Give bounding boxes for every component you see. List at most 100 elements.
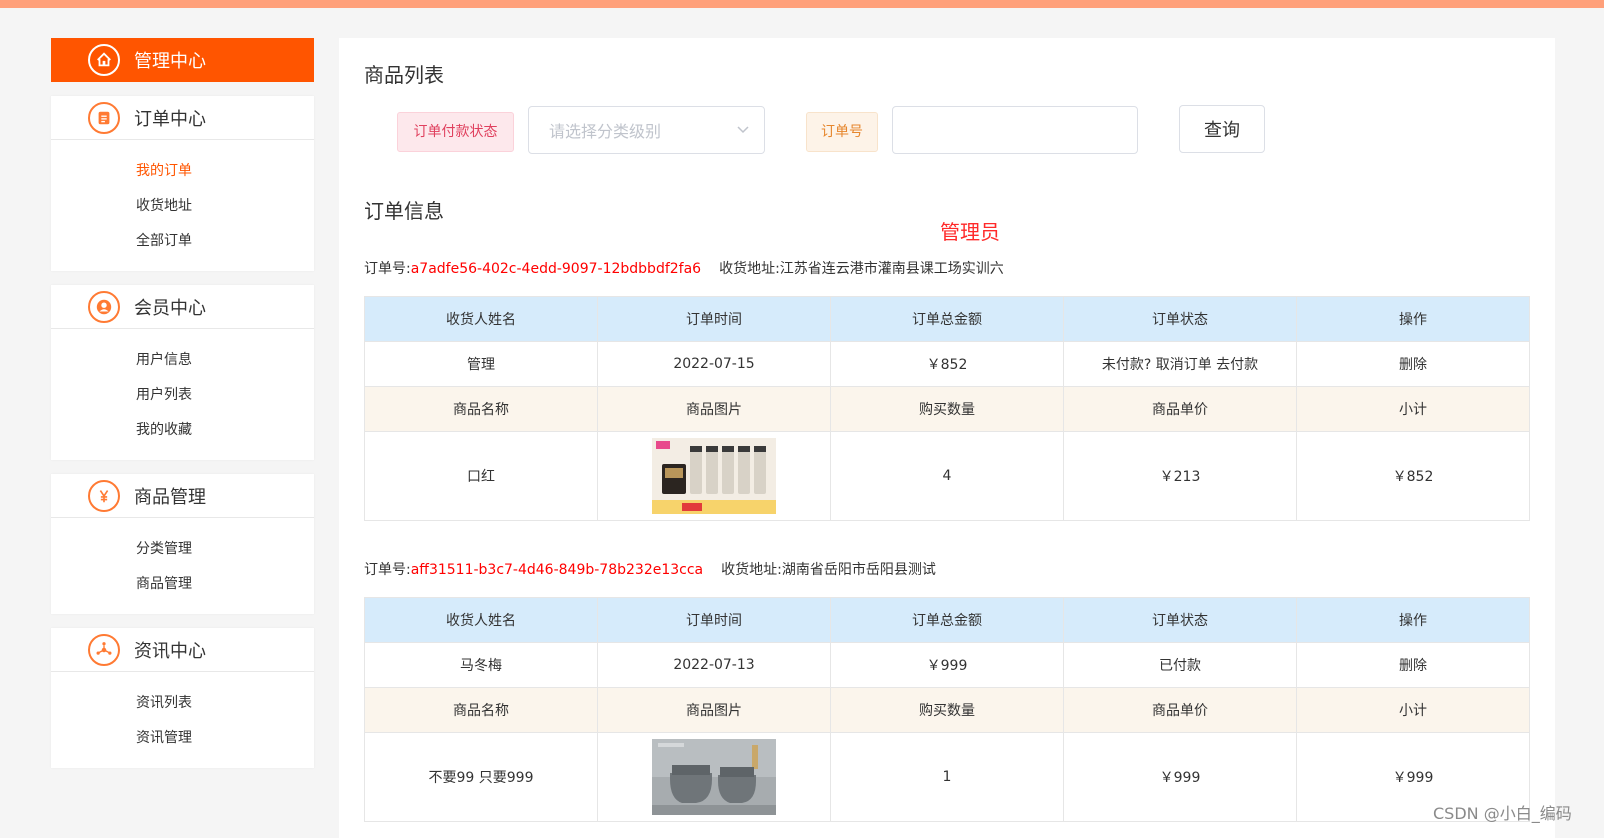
order-number-label: 订单号 bbox=[806, 112, 878, 152]
receiver-cell: 马冬梅 bbox=[364, 642, 598, 688]
col-qty-header: 购买数量 bbox=[830, 386, 1064, 432]
col-total-header: 订单总金额 bbox=[830, 296, 1064, 342]
table-header-row: 收货人姓名 订单时间 订单总金额 订单状态 操作 bbox=[364, 597, 1530, 643]
cosmetics-product-image bbox=[652, 438, 776, 514]
order-header-line: 订单号:aff31511-b3c7-4d46-849b-78b232e13cca… bbox=[364, 559, 936, 579]
select-placeholder: 请选择分类级别 bbox=[549, 122, 662, 141]
col-receiver-header: 收货人姓名 bbox=[364, 597, 598, 643]
table-row: 管理 2022-07-15 ￥852 未付款? 取消订单 去付款 删除 bbox=[364, 341, 1530, 387]
toilet-product-image bbox=[652, 739, 776, 815]
payment-status-select[interactable]: 请选择分类级别 bbox=[528, 106, 765, 154]
col-status-header: 订单状态 bbox=[1063, 296, 1297, 342]
sidebar-item-my-orders[interactable]: 我的订单 bbox=[51, 154, 314, 189]
col-time-header: 订单时间 bbox=[597, 296, 831, 342]
delete-link[interactable]: 删除 bbox=[1296, 642, 1530, 688]
sidebar-group-title: 会员中心 bbox=[134, 297, 206, 319]
order-number-value: a7adfe56-402c-4edd-9097-12bdbbdf2fa6 bbox=[410, 261, 702, 277]
time-cell: 2022-07-13 bbox=[597, 642, 831, 688]
home-icon bbox=[88, 44, 120, 76]
sidebar-item-user-info[interactable]: 用户信息 bbox=[51, 343, 314, 378]
sidebar-group-title: 商品管理 bbox=[134, 486, 206, 508]
col-name-header: 商品名称 bbox=[364, 687, 598, 733]
table-row: 口红 4 ￥213 ￥852 bbox=[364, 431, 1530, 521]
order-table: 收货人姓名 订单时间 订单总金额 订单状态 操作 马冬梅 2022-07-13 … bbox=[364, 597, 1530, 822]
subtotal-cell: ￥852 bbox=[1296, 431, 1530, 521]
share-icon bbox=[88, 633, 120, 666]
role-label: 管理员 bbox=[940, 220, 1000, 244]
product-name-cell: 口红 bbox=[364, 431, 598, 521]
top-accent-bar bbox=[0, 0, 1604, 8]
table-row: 马冬梅 2022-07-13 ￥999 已付款 删除 bbox=[364, 642, 1530, 688]
col-time-header: 订单时间 bbox=[597, 597, 831, 643]
col-price-header: 商品单价 bbox=[1063, 687, 1297, 733]
order-info-title: 订单信息 bbox=[364, 199, 444, 223]
order-table: 收货人姓名 订单时间 订单总金额 订单状态 操作 管理 2022-07-15 ￥… bbox=[364, 296, 1530, 521]
price-cell: ￥213 bbox=[1063, 431, 1297, 521]
quantity-cell: 4 bbox=[830, 431, 1064, 521]
clipboard-icon bbox=[88, 101, 120, 134]
time-cell: 2022-07-15 bbox=[597, 341, 831, 387]
sidebar: 管理中心 订单中心 我的订单 收货地址 全部订单 会员中心 用户信息 用户列表 … bbox=[51, 38, 314, 768]
sidebar-group-products: 商品管理 分类管理 商品管理 bbox=[51, 474, 314, 614]
page-title: 商品列表 bbox=[364, 63, 444, 87]
chevron-down-icon bbox=[736, 121, 750, 140]
sidebar-group-members: 会员中心 用户信息 用户列表 我的收藏 bbox=[51, 285, 314, 460]
order-number-caption: 订单号: bbox=[364, 261, 411, 277]
price-cell: ￥999 bbox=[1063, 732, 1297, 822]
main-panel: 商品列表 订单付款状态 请选择分类级别 订单号 查询 订单信息 管理员 订单号:… bbox=[339, 38, 1555, 838]
col-subtotal-header: 小计 bbox=[1296, 687, 1530, 733]
sidebar-item-news-manage[interactable]: 资讯管理 bbox=[51, 721, 314, 756]
payment-status-label: 订单付款状态 bbox=[397, 112, 514, 152]
sidebar-item-address[interactable]: 收货地址 bbox=[51, 189, 314, 224]
watermark: CSDN @小白_编码 bbox=[1433, 804, 1572, 823]
item-header-row: 商品名称 商品图片 购买数量 商品单价 小计 bbox=[364, 687, 1530, 733]
status-cell[interactable]: 未付款? 取消订单 去付款 bbox=[1063, 341, 1297, 387]
col-image-header: 商品图片 bbox=[597, 386, 831, 432]
sidebar-group-news: 资讯中心 资讯列表 资讯管理 bbox=[51, 628, 314, 768]
col-name-header: 商品名称 bbox=[364, 386, 598, 432]
sidebar-item-all-orders[interactable]: 全部订单 bbox=[51, 224, 314, 259]
sidebar-group-header[interactable]: 商品管理 bbox=[51, 474, 314, 518]
order-number-input[interactable] bbox=[892, 106, 1138, 154]
user-icon bbox=[88, 290, 120, 323]
address-caption: 收货地址: bbox=[721, 562, 782, 578]
sidebar-home-label: 管理中心 bbox=[134, 51, 206, 72]
col-receiver-header: 收货人姓名 bbox=[364, 296, 598, 342]
col-image-header: 商品图片 bbox=[597, 687, 831, 733]
col-action-header: 操作 bbox=[1296, 296, 1530, 342]
col-action-header: 操作 bbox=[1296, 597, 1530, 643]
sidebar-item-news-list[interactable]: 资讯列表 bbox=[51, 686, 314, 721]
table-header-row: 收货人姓名 订单时间 订单总金额 订单状态 操作 bbox=[364, 296, 1530, 342]
query-button[interactable]: 查询 bbox=[1179, 105, 1265, 153]
status-cell: 已付款 bbox=[1063, 642, 1297, 688]
item-header-row: 商品名称 商品图片 购买数量 商品单价 小计 bbox=[364, 386, 1530, 432]
sidebar-item-favorites[interactable]: 我的收藏 bbox=[51, 413, 314, 448]
col-total-header: 订单总金额 bbox=[830, 597, 1064, 643]
address-caption: 收货地址: bbox=[719, 261, 780, 277]
col-price-header: 商品单价 bbox=[1063, 386, 1297, 432]
total-cell: ￥852 bbox=[830, 341, 1064, 387]
total-cell: ￥999 bbox=[830, 642, 1064, 688]
sidebar-item-category[interactable]: 分类管理 bbox=[51, 532, 314, 567]
sidebar-group-header[interactable]: 资讯中心 bbox=[51, 628, 314, 672]
sidebar-group-header[interactable]: 会员中心 bbox=[51, 285, 314, 329]
col-subtotal-header: 小计 bbox=[1296, 386, 1530, 432]
address-value: 湖南省岳阳市岳阳县测试 bbox=[781, 562, 936, 578]
receiver-cell: 管理 bbox=[364, 341, 598, 387]
product-name-cell: 不要99 只要999 bbox=[364, 732, 598, 822]
sidebar-home[interactable]: 管理中心 bbox=[51, 38, 314, 82]
delete-link[interactable]: 删除 bbox=[1296, 341, 1530, 387]
col-qty-header: 购买数量 bbox=[830, 687, 1064, 733]
order-header-line: 订单号:a7adfe56-402c-4edd-9097-12bdbbdf2fa6… bbox=[364, 258, 1004, 278]
sidebar-group-header[interactable]: 订单中心 bbox=[51, 96, 314, 140]
sidebar-group-title: 资讯中心 bbox=[134, 640, 206, 662]
sidebar-item-user-list[interactable]: 用户列表 bbox=[51, 378, 314, 413]
order-number-caption: 订单号: bbox=[364, 562, 411, 578]
quantity-cell: 1 bbox=[830, 732, 1064, 822]
sidebar-item-product-manage[interactable]: 商品管理 bbox=[51, 567, 314, 602]
sidebar-group-orders: 订单中心 我的订单 收货地址 全部订单 bbox=[51, 96, 314, 271]
sidebar-group-title: 订单中心 bbox=[134, 108, 206, 130]
col-status-header: 订单状态 bbox=[1063, 597, 1297, 643]
address-value: 江苏省连云港市灌南县课工场实训六 bbox=[779, 261, 1004, 277]
table-row: 不要99 只要999 1 ￥999 ￥999 bbox=[364, 732, 1530, 822]
